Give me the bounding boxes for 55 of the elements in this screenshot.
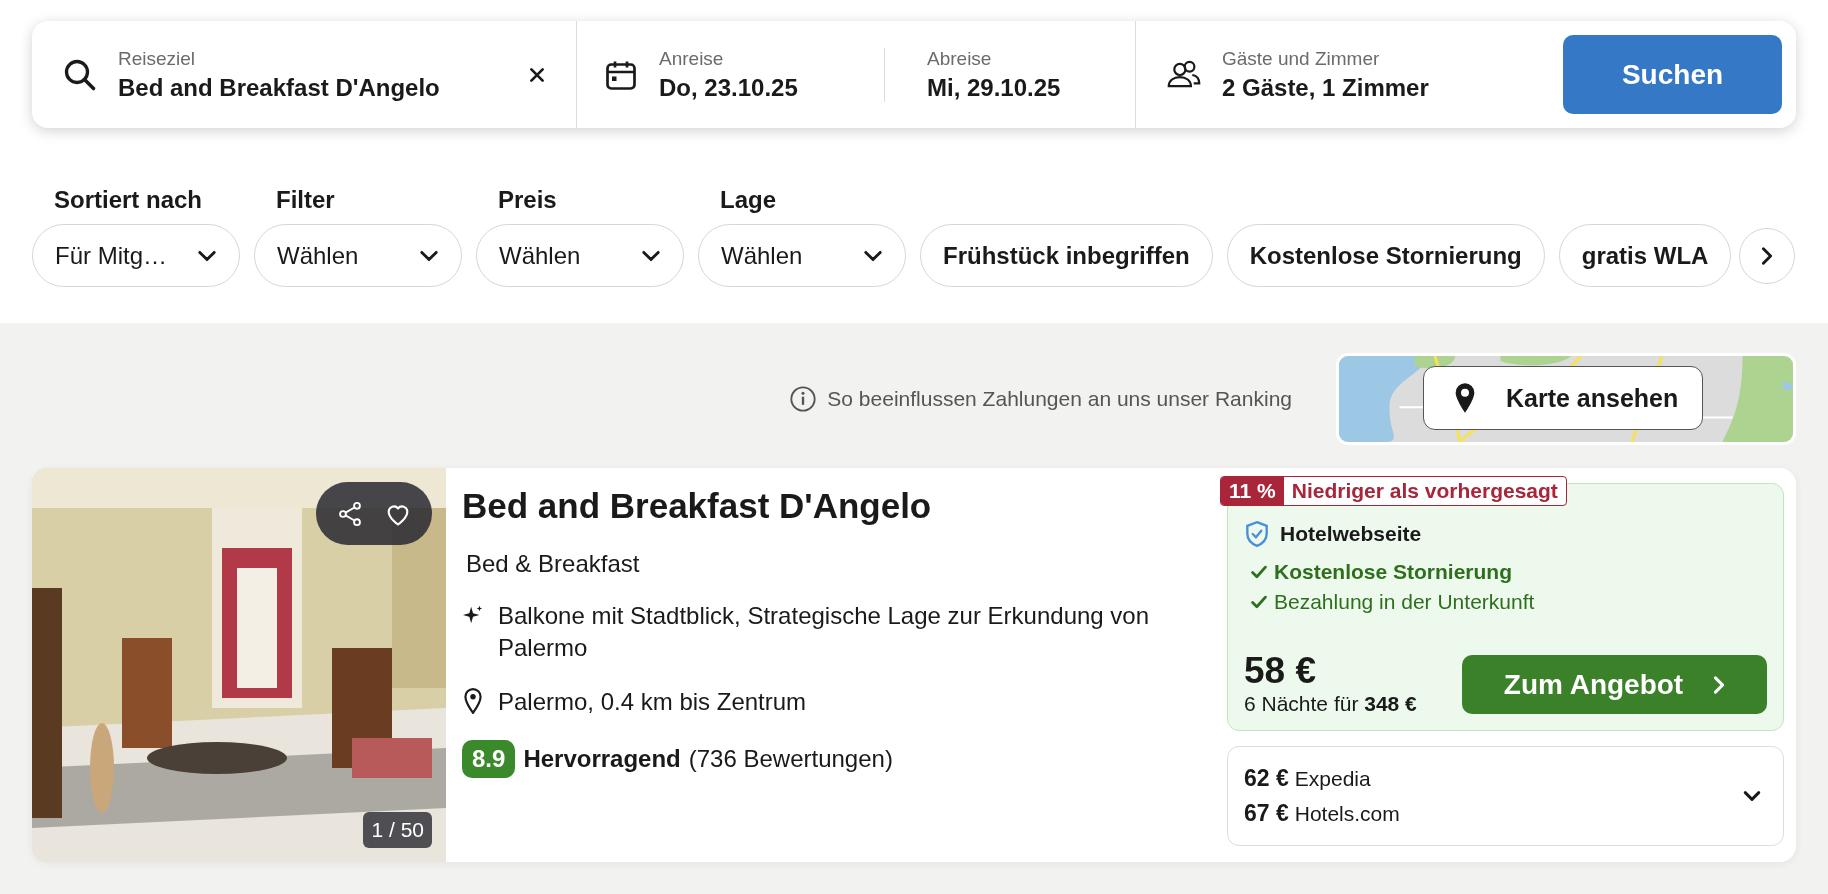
view-offer-button[interactable]: Zum Angebot <box>1462 655 1767 714</box>
filter-label: Lage <box>719 186 777 214</box>
filter-chip[interactable]: Frühstück inbegriffen <box>920 224 1213 287</box>
chevron-down-icon <box>197 249 217 262</box>
search-button[interactable]: Suchen <box>1563 35 1782 114</box>
filter-chip[interactable]: Kostenlose Stornierung <box>1226 224 1545 287</box>
offer-price: 67 € <box>1244 800 1289 826</box>
chevron-right-icon <box>1761 246 1774 266</box>
chevron-down-icon <box>863 249 883 262</box>
filter-dropdown[interactable]: Wählen <box>698 224 906 287</box>
price: 58 € <box>1244 650 1317 692</box>
filter-dropdown[interactable]: Wählen <box>254 224 462 287</box>
offer-provider: Hotels.com <box>1294 802 1400 825</box>
hotel-name[interactable]: Bed and Breakfast D'Angelo <box>462 486 1204 526</box>
provider-name: Hotelwebseite <box>1280 522 1422 546</box>
hotel-location: Palermo, 0.4 km bis Zentrum <box>498 687 808 717</box>
filter-label: Sortiert nach <box>53 186 204 214</box>
guests-field[interactable]: Gäste und Zimmer 2 Gäste, 1 Zimmer <box>1222 47 1543 102</box>
checkin-field[interactable]: Anreise Do, 23.10.25 <box>659 47 885 102</box>
hotel-highlights: Balkone mit Stadtblick, Strategische Lage zur Erkundung von Palermo <box>498 601 1151 663</box>
share-icon[interactable] <box>336 499 364 528</box>
chevron-down-icon[interactable] <box>1743 790 1761 802</box>
checkout-field[interactable]: Abreise Mi, 29.10.25 <box>905 47 1061 102</box>
perk-text: Bezahlung in der Unterkunft <box>1274 590 1535 614</box>
info-icon <box>789 385 818 413</box>
location-pin-icon <box>462 688 484 714</box>
view-map-button[interactable]: Karte ansehen <box>1423 366 1703 430</box>
filter-label: Filter <box>275 186 336 214</box>
perk-text: Kostenlose Stornierung <box>1274 560 1513 584</box>
chevron-down-icon <box>419 249 439 262</box>
offer-price: 62 € <box>1244 765 1289 791</box>
map-pin-icon <box>1454 382 1476 414</box>
discount-label: Niedriger als vorhergesagt <box>1290 478 1559 504</box>
filter-dropdown[interactable]: Für Mitg… <box>32 224 240 287</box>
other-offers-panel[interactable]: 62 € Expedia 67 € Hotels.com <box>1227 746 1784 846</box>
chevron-right-icon <box>1713 674 1726 695</box>
offer-provider: Expedia <box>1294 767 1371 790</box>
shield-check-icon <box>1244 520 1270 548</box>
filter-chip[interactable]: gratis WLA <box>1558 224 1732 287</box>
filter-label: Preis <box>497 186 558 214</box>
rating-label: Hervorragend <box>523 745 681 773</box>
chevron-down-icon <box>641 249 661 262</box>
map-preview[interactable]: Karte ansehen <box>1336 353 1796 445</box>
hotel-type: Bed & Breakfast <box>466 550 641 578</box>
check-icon <box>1250 594 1268 610</box>
check-icon <box>1250 564 1268 580</box>
filter-dropdown[interactable]: Wählen <box>476 224 684 287</box>
total-price: 6 Nächte für 348 € <box>1244 692 1417 716</box>
review-count: (736 Bewertungen) <box>688 745 893 773</box>
photo-counter: 1 / 50 <box>363 812 432 848</box>
destination-field[interactable]: Reiseziel Bed and Breakfast D'Angelo <box>118 47 508 102</box>
ranking-link[interactable]: So beeinflussen Zahlungen an uns unser Ranking <box>827 387 1292 411</box>
rating-score: 8.9 <box>462 740 516 778</box>
discount-badge: 11 % <box>1221 477 1284 505</box>
close-icon[interactable] <box>528 65 546 84</box>
